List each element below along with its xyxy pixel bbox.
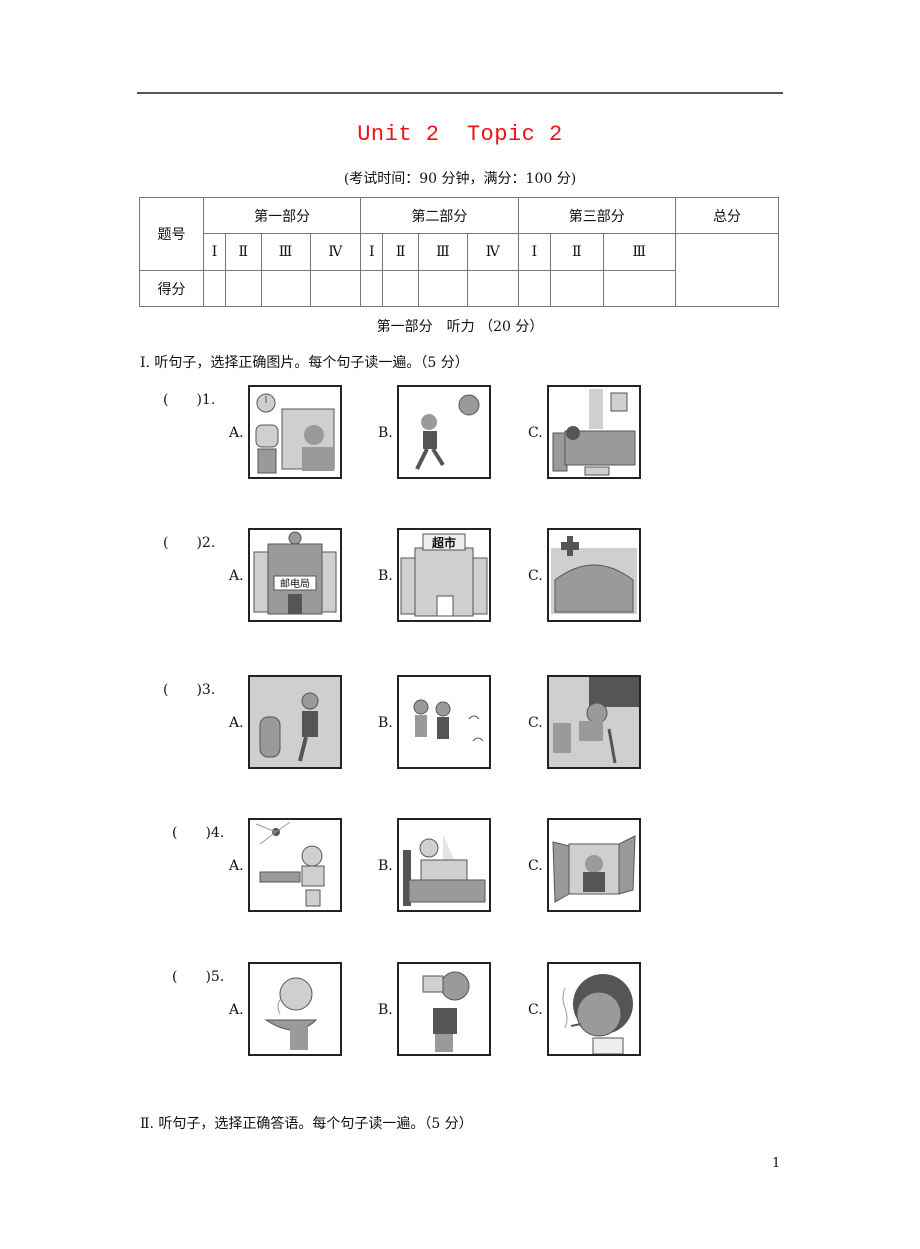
option-label: B. — [378, 715, 393, 731]
score-cell[interactable] — [550, 270, 604, 307]
part3-header: 第三部分 — [517, 197, 677, 234]
score-cell[interactable] — [466, 270, 519, 307]
p2-col: Ⅱ — [382, 233, 419, 271]
p1-col: Ⅰ — [202, 233, 227, 271]
score-cell[interactable] — [360, 270, 384, 307]
option-picture-hospital[interactable] — [547, 528, 641, 622]
part2-header: 第二部分 — [360, 197, 519, 234]
option-label: A. — [229, 715, 244, 731]
option-label: B. — [378, 1002, 393, 1018]
total-score-cell[interactable] — [675, 233, 779, 307]
score-cell[interactable] — [602, 270, 676, 307]
svg-text:邮电局: 邮电局 — [280, 577, 310, 590]
p1-col: Ⅳ — [309, 233, 362, 271]
question-number[interactable]: ( )2. — [163, 532, 215, 552]
question-number[interactable]: ( )1. — [163, 389, 215, 409]
option-label: A. — [229, 1002, 244, 1018]
question-number[interactable]: ( )5. — [172, 966, 224, 986]
option-picture-run[interactable] — [397, 385, 491, 479]
option-picture-smoke[interactable] — [547, 962, 641, 1056]
page-title: Unit 2 Topic 2 — [0, 122, 920, 147]
p1-col: Ⅲ — [260, 233, 311, 271]
option-label: A. — [229, 568, 244, 584]
option-picture-soup[interactable] — [248, 962, 342, 1056]
title-topic: Topic 2 — [466, 122, 563, 147]
option-label: C. — [528, 858, 543, 874]
p2-col: Ⅳ — [466, 233, 519, 271]
top-rule — [137, 92, 783, 94]
option-label: B. — [378, 425, 393, 441]
option-label: B. — [378, 568, 393, 584]
score-cell[interactable] — [382, 270, 419, 307]
option-label: B. — [378, 858, 393, 874]
question-number[interactable]: ( )3. — [163, 679, 215, 699]
p1-col: Ⅱ — [225, 233, 262, 271]
title-unit: Unit 2 — [357, 122, 440, 147]
option-picture-lamp[interactable] — [248, 818, 342, 912]
score-cell[interactable] — [202, 270, 227, 307]
option-picture-post[interactable]: 邮电局 — [248, 528, 342, 622]
section-heading: 第一部分 听力 （20 分） — [376, 319, 544, 335]
score-cell[interactable] — [225, 270, 262, 307]
score-cell[interactable] — [260, 270, 311, 307]
score-table: 题号 第一部分 第二部分 第三部分 总分 Ⅰ Ⅱ Ⅲ Ⅳ Ⅰ Ⅱ Ⅲ Ⅳ Ⅰ Ⅱ… — [139, 197, 779, 307]
option-label: C. — [528, 425, 543, 441]
option-label: C. — [528, 715, 543, 731]
question-number[interactable]: ( )4. — [172, 822, 224, 842]
part1-instruction: Ⅰ. 听句子，选择正确图片。每个句子读一遍。（5 分） — [140, 355, 469, 371]
page-number: 1 — [772, 1156, 781, 1171]
option-picture-peel[interactable] — [397, 675, 491, 769]
part1-header: 第一部分 — [202, 197, 362, 234]
option-label: C. — [528, 568, 543, 584]
option-picture-drink[interactable] — [397, 962, 491, 1056]
option-picture-bed[interactable] — [547, 385, 641, 479]
option-picture-market[interactable]: 超市 — [397, 528, 491, 622]
svg-text:超市: 超市 — [431, 535, 456, 550]
p3-col: Ⅲ — [602, 233, 676, 271]
option-picture-mail[interactable] — [248, 675, 342, 769]
option-label: C. — [528, 1002, 543, 1018]
score-cell[interactable] — [517, 270, 552, 307]
part2-instruction: Ⅱ. 听句子，选择正确答语。每个句子读一遍。（5 分） — [140, 1116, 473, 1132]
score-cell[interactable] — [417, 270, 468, 307]
score-cell[interactable] — [309, 270, 362, 307]
option-picture-sweep[interactable] — [547, 675, 641, 769]
p3-col: Ⅱ — [550, 233, 604, 271]
total-header: 总分 — [675, 197, 779, 234]
p2-col: Ⅰ — [360, 233, 384, 271]
score-row-header: 得分 — [139, 270, 204, 307]
option-picture-window[interactable] — [547, 818, 641, 912]
exam-info: (考试时间：90 分钟，满分：100 分) — [343, 171, 577, 187]
option-label: A. — [229, 858, 244, 874]
option-label: A. — [229, 425, 244, 441]
option-picture-tv[interactable] — [248, 385, 342, 479]
p2-col: Ⅲ — [417, 233, 468, 271]
p3-col: Ⅰ — [517, 233, 552, 271]
question-number-header: 题号 — [139, 197, 204, 271]
option-picture-bedread[interactable] — [397, 818, 491, 912]
